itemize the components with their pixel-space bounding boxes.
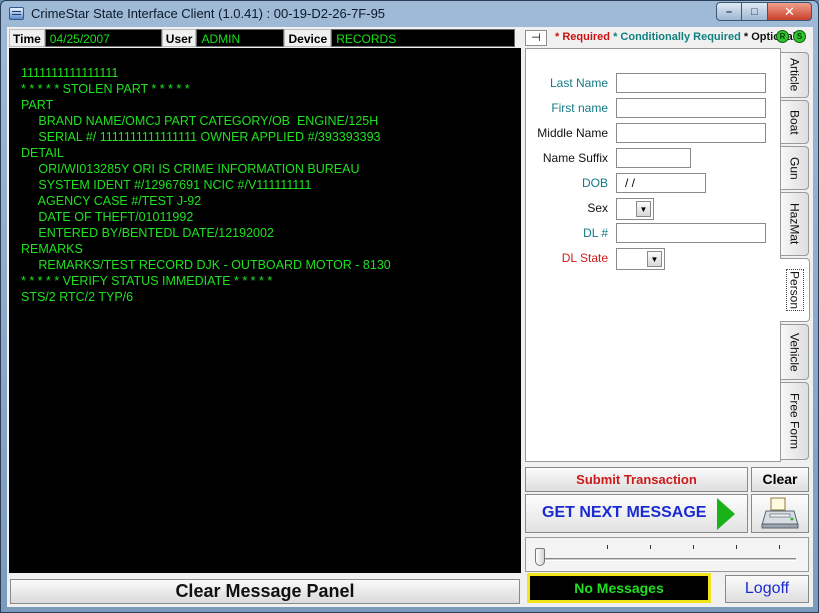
minimize-button[interactable]: – xyxy=(716,2,742,21)
middle-name-input[interactable] xyxy=(616,123,766,143)
dl-state-label: DL State xyxy=(561,251,608,265)
message-line: SERIAL #/ 1111111111111111 OWNER APPLIED… xyxy=(21,130,381,144)
tab-gun[interactable]: Gun xyxy=(781,146,809,190)
message-line: SYSTEM IDENT #/12967691 NCIC #/V11111111… xyxy=(21,178,312,192)
dl-number-row: DL # xyxy=(526,223,782,243)
app-window: CrimeStar State Interface Client (1.0.41… xyxy=(0,0,819,613)
message-line: ENTERED BY/BENTEDL DATE/12192002 xyxy=(21,226,274,240)
message-line: DETAIL xyxy=(21,146,64,160)
printer-icon xyxy=(761,497,799,529)
slider-track[interactable] xyxy=(536,558,796,561)
message-line: REMARKS/TEST RECORD DJK - OUTBOARD MOTOR… xyxy=(21,258,391,272)
device-value: RECORDS xyxy=(331,29,516,47)
sex-select[interactable]: ▼ xyxy=(616,198,654,220)
chevron-down-icon[interactable]: ▼ xyxy=(647,251,662,267)
message-line: 1111111111111111 xyxy=(21,66,119,80)
user-value: ADMIN xyxy=(196,29,285,47)
legend-required: * Required xyxy=(555,31,611,43)
device-label: Device xyxy=(284,29,332,47)
last-name-label: Last Name xyxy=(549,76,608,90)
time-value: 04/25/2007 15:54:07 xyxy=(44,29,162,64)
legend-conditional: * Conditionally Required xyxy=(613,31,741,43)
middle-name-label: Middle Name xyxy=(537,126,608,140)
first-name-input[interactable] xyxy=(616,98,766,118)
first-name-label: First name xyxy=(551,101,608,115)
last-name-row: Last Name xyxy=(526,73,782,93)
message-line: STS/2 RTC/2 TYP/6 xyxy=(21,290,134,304)
tab-person[interactable]: Person xyxy=(780,258,810,322)
tab-hazmat[interactable]: HazMat xyxy=(781,192,809,256)
window-title: CrimeStar State Interface Client (1.0.41… xyxy=(31,6,386,21)
last-name-input[interactable] xyxy=(616,73,766,93)
slider-tick xyxy=(779,545,780,549)
app-icon xyxy=(9,7,24,20)
logoff-button[interactable]: Logoff xyxy=(725,575,809,603)
pin-icon[interactable]: ⊣ xyxy=(525,30,547,46)
message-line: REMARKS xyxy=(21,242,83,256)
maximize-button[interactable]: □ xyxy=(742,2,768,21)
clear-button[interactable]: Clear xyxy=(751,467,809,492)
message-line: * * * * * VERIFY STATUS IMMEDIATE * * * … xyxy=(21,274,273,288)
slider-tick xyxy=(650,545,651,549)
message-line: PART xyxy=(21,98,54,112)
dob-input[interactable]: / / xyxy=(616,173,706,193)
window-controls: – □ ✕ xyxy=(716,2,812,21)
session-header: Time 04/25/2007 15:54:07 User ADMIN Devi… xyxy=(9,29,516,64)
name-suffix-label: Name Suffix xyxy=(542,151,608,165)
message-line: BRAND NAME/OMCJ PART CATEGORY/OB ENGINE/… xyxy=(21,114,379,128)
status-display: No Messages xyxy=(527,573,711,603)
client-area: Time 04/25/2007 15:54:07 User ADMIN Devi… xyxy=(7,27,813,607)
title-bar[interactable]: CrimeStar State Interface Client (1.0.41… xyxy=(1,1,818,27)
get-next-message-label: GET NEXT MESSAGE xyxy=(542,504,707,521)
dl-state-row: DL State ▼ xyxy=(526,248,782,270)
slider-tick xyxy=(736,545,737,549)
status-s-icon: S xyxy=(793,30,806,43)
status-r-icon: R xyxy=(776,30,789,43)
form-tabs: Article Boat Gun HazMat Person Vehicle F… xyxy=(780,48,811,462)
middle-name-row: Middle Name xyxy=(526,123,782,143)
field-legend: * Required * Conditionally Required * Op… xyxy=(555,31,796,43)
slider-tick xyxy=(607,545,608,549)
message-line: * * * * * STOLEN PART * * * * * xyxy=(21,82,190,96)
close-button[interactable]: ✕ xyxy=(768,2,812,21)
person-form: Last Name First name Middle Name Name Su… xyxy=(525,48,781,462)
play-arrow-icon xyxy=(717,498,735,530)
clear-message-panel-button[interactable]: Clear Message Panel xyxy=(10,579,520,604)
message-line: ORI/WI013285Y ORI IS CRIME INFORMATION B… xyxy=(21,162,360,176)
message-panel[interactable]: 1111111111111111 * * * * * STOLEN PART *… xyxy=(9,48,521,573)
sex-row: Sex ▼ xyxy=(526,198,782,220)
get-next-message-button[interactable]: GET NEXT MESSAGE xyxy=(525,494,748,533)
chevron-down-icon[interactable]: ▼ xyxy=(636,201,651,217)
print-button[interactable] xyxy=(751,494,809,533)
dl-number-label: DL # xyxy=(583,226,608,240)
name-suffix-row: Name Suffix xyxy=(526,148,782,168)
slider-thumb[interactable] xyxy=(535,548,545,566)
submit-transaction-button[interactable]: Submit Transaction xyxy=(525,467,748,492)
user-label: User xyxy=(161,29,197,47)
time-label: Time xyxy=(9,29,45,47)
dl-state-select[interactable]: ▼ xyxy=(616,248,665,270)
message-slider xyxy=(525,537,809,572)
slider-tick xyxy=(693,545,694,549)
sex-label: Sex xyxy=(587,201,608,215)
name-suffix-input[interactable] xyxy=(616,148,691,168)
tab-boat[interactable]: Boat xyxy=(781,100,809,144)
tab-vehicle[interactable]: Vehicle xyxy=(781,324,809,380)
dob-row: DOB / / xyxy=(526,173,782,193)
message-line: DATE OF THEFT/01011992 xyxy=(21,210,194,224)
tab-article[interactable]: Article xyxy=(781,52,809,98)
tab-free-form[interactable]: Free Form xyxy=(781,382,809,460)
dob-label: DOB xyxy=(581,176,608,190)
dl-number-input[interactable] xyxy=(616,223,766,243)
message-line: AGENCY CASE #/TEST J-92 xyxy=(21,194,202,208)
first-name-row: First name xyxy=(526,98,782,118)
